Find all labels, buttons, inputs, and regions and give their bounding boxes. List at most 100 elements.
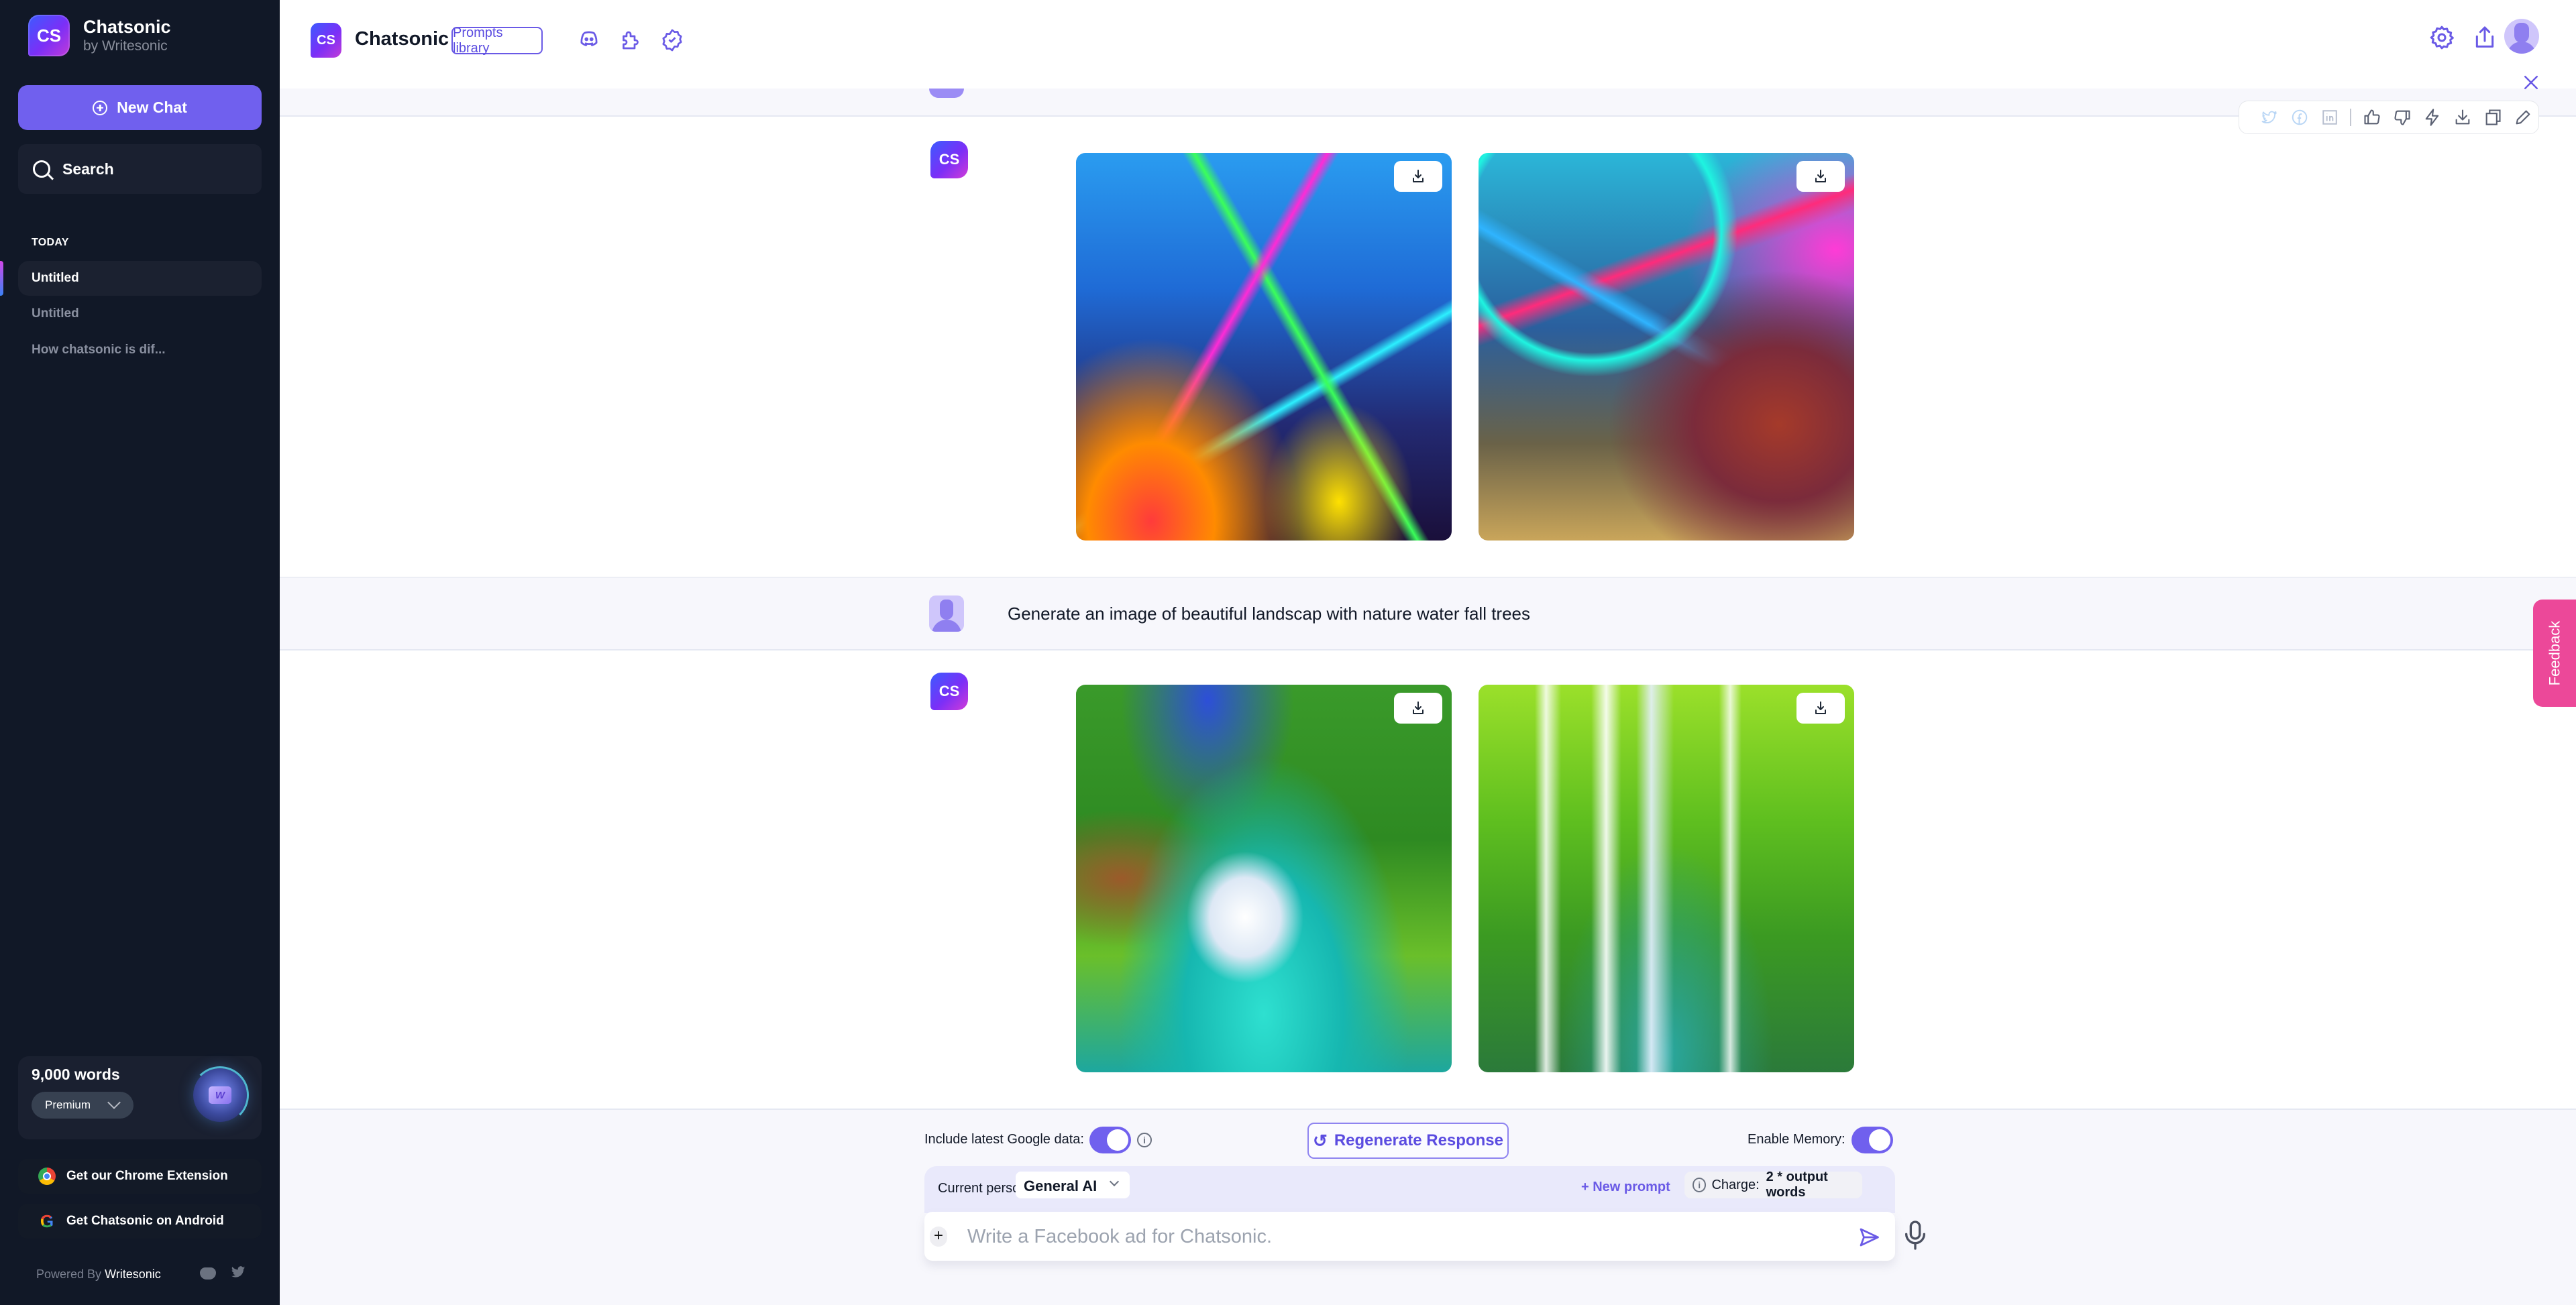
refresh-icon: ↺ [1313, 1130, 1328, 1151]
chatsonic-logo-icon: CS [28, 15, 70, 56]
prompts-library-button[interactable]: Prompts library [451, 25, 543, 56]
brand-subtitle: by Writesonic [83, 38, 168, 54]
discord-icon[interactable] [577, 28, 601, 52]
google-data-label: Include latest Google data: [924, 1132, 1084, 1147]
toolbar-divider [2350, 109, 2352, 126]
chatsonic-logo-icon[interactable]: CS [311, 23, 341, 58]
download-icon [1815, 701, 1826, 714]
top-header: CS Chatsonic Prompts library [280, 0, 2576, 89]
section-label-today: TODAY [32, 237, 69, 248]
user-avatar [929, 595, 964, 632]
share-twitter-icon[interactable] [2254, 107, 2284, 127]
thumbs-down-icon[interactable] [2387, 107, 2417, 127]
android-label: Get Chatsonic on Android [66, 1214, 224, 1228]
chat-history-item[interactable]: Untitled [18, 296, 262, 331]
bot-avatar: CS [930, 673, 968, 710]
android-app-link[interactable]: G Get Chatsonic on Android [18, 1204, 262, 1239]
image-download-button[interactable] [1394, 161, 1442, 192]
image-download-button[interactable] [1796, 161, 1845, 192]
generated-image[interactable] [1076, 153, 1452, 541]
download-icon[interactable] [2448, 107, 2478, 127]
thumbs-up-icon[interactable] [2357, 107, 2387, 127]
close-icon[interactable] [2521, 72, 2541, 93]
generated-image[interactable] [1076, 685, 1452, 1072]
sidebar: CS Chatsonic by Writesonic New Chat Sear… [0, 0, 280, 1305]
writesonic-orb-icon[interactable]: W [191, 1066, 249, 1124]
chevron-down-icon [1109, 1176, 1120, 1187]
regenerate-label: Regenerate Response [1334, 1131, 1503, 1149]
chrome-icon [38, 1168, 56, 1185]
discord-icon[interactable] [200, 1267, 216, 1280]
app-title: Chatsonic [355, 28, 449, 50]
chevron-down-icon [107, 1096, 121, 1109]
new-chat-label: New Chat [117, 99, 187, 116]
download-icon [1815, 170, 1826, 182]
app-root: CS Chatsonic by Writesonic New Chat Sear… [0, 0, 2576, 1305]
feedback-tab[interactable]: Feedback [2533, 600, 2576, 707]
generated-image[interactable] [1479, 685, 1854, 1072]
feedback-label: Feedback [2546, 620, 2563, 686]
microphone-button[interactable] [1902, 1219, 1929, 1251]
message-input-box: + [924, 1212, 1895, 1261]
info-icon[interactable]: i [1693, 1178, 1707, 1192]
verified-badge-icon[interactable] [660, 28, 684, 52]
brand[interactable]: CS Chatsonic by Writesonic [28, 15, 171, 56]
chrome-extension-link[interactable]: Get our Chrome Extension [18, 1159, 262, 1194]
chat-history-item[interactable]: How chatsonic is dif... [18, 333, 262, 367]
bot-avatar: CS [930, 141, 968, 178]
new-chat-button[interactable]: New Chat [18, 85, 262, 130]
chat-title: Untitled [32, 271, 79, 285]
image-download-button[interactable] [1796, 693, 1845, 724]
plan-label: Premium [45, 1098, 91, 1111]
info-icon[interactable]: i [1137, 1133, 1152, 1147]
plugin-puzzle-icon[interactable] [619, 28, 643, 52]
download-icon [1413, 701, 1424, 714]
microphone-icon [1905, 1221, 1925, 1250]
regenerate-response-button[interactable]: ↺ Regenerate Response [1307, 1123, 1509, 1159]
plus-circle-icon [93, 100, 108, 115]
plan-dropdown[interactable]: Premium [32, 1092, 133, 1119]
previous-user-message [280, 89, 2576, 117]
brand-name: Chatsonic [83, 17, 171, 37]
share-icon[interactable] [2471, 24, 2498, 51]
user-avatar[interactable] [2504, 19, 2539, 54]
send-icon [1860, 1228, 1879, 1247]
user-message-text: Generate an image of beautiful landscap … [1008, 604, 1531, 624]
chat-title: Untitled [32, 306, 79, 321]
new-prompt-button[interactable]: + New prompt [1581, 1180, 1670, 1195]
copy-icon[interactable] [2478, 107, 2508, 127]
personality-select[interactable]: General AI [1016, 1172, 1130, 1198]
message-input[interactable] [967, 1223, 1806, 1251]
search-button[interactable]: Search [18, 144, 262, 194]
charge-info: i Charge: 2 * output words [1684, 1170, 1862, 1200]
attach-plus-button[interactable]: + [930, 1227, 947, 1247]
personality-bar: Current personality: General AI + New pr… [924, 1166, 1895, 1213]
twitter-icon[interactable] [230, 1265, 246, 1284]
download-icon [1413, 170, 1424, 182]
edit-pencil-icon[interactable] [2508, 107, 2538, 127]
search-label: Search [62, 160, 114, 178]
memory-toggle[interactable] [1851, 1127, 1893, 1153]
send-button[interactable] [1857, 1225, 1881, 1249]
user-message: Generate an image of beautiful landscap … [280, 577, 2576, 650]
chrome-extension-label: Get our Chrome Extension [66, 1169, 228, 1183]
personality-value: General AI [1024, 1178, 1097, 1194]
orb-letter: W [209, 1086, 231, 1104]
charge-value: 2 * output words [1766, 1170, 1828, 1200]
share-facebook-icon[interactable] [2284, 107, 2314, 127]
image-download-button[interactable] [1394, 693, 1442, 724]
share-linkedin-icon[interactable] [2314, 107, 2345, 127]
chat-history-item[interactable]: Untitled [18, 261, 262, 296]
powered-by-brand[interactable]: Writesonic [105, 1267, 161, 1281]
chat-title: How chatsonic is dif... [32, 343, 166, 357]
settings-gear-icon[interactable] [2428, 24, 2455, 51]
words-remaining: 9,000 words [32, 1066, 120, 1083]
word-balance-card: 9,000 words Premium W [18, 1056, 262, 1139]
lightning-icon[interactable] [2418, 107, 2448, 127]
powered-by-text: Powered By [36, 1267, 102, 1281]
message-action-toolbar [2239, 101, 2539, 134]
generated-image[interactable] [1479, 153, 1854, 541]
memory-label: Enable Memory: [1748, 1132, 1845, 1147]
active-chat-indicator [0, 261, 3, 296]
google-data-toggle[interactable] [1089, 1127, 1131, 1153]
